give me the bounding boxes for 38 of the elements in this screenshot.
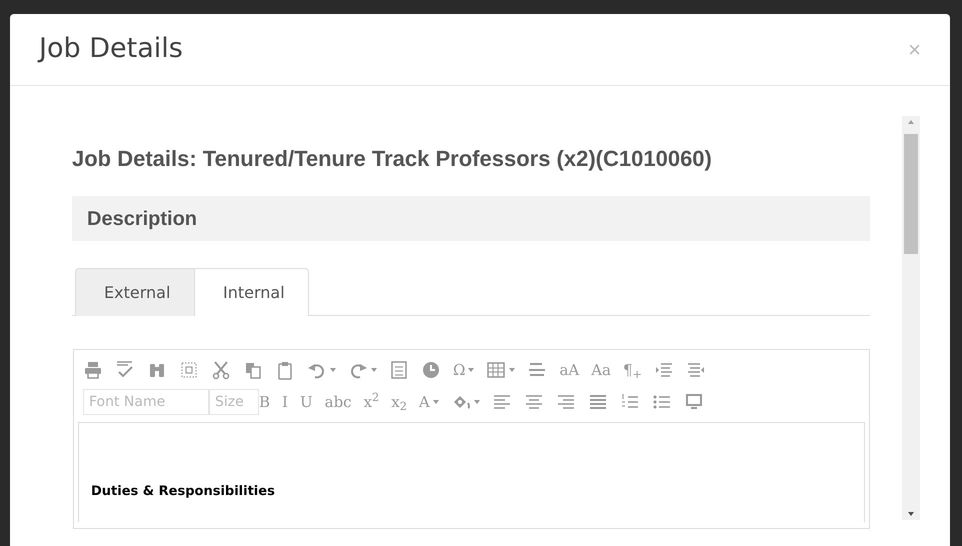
format-glyph[interactable]: Ω — [453, 358, 466, 382]
caret-icon[interactable] — [432, 400, 439, 404]
monitor-icon[interactable] — [684, 392, 704, 412]
printer-icon[interactable] — [83, 360, 103, 380]
format-glyph[interactable]: I — [282, 390, 288, 414]
caret-icon[interactable] — [468, 368, 474, 372]
justify-icon[interactable] — [588, 392, 608, 412]
copy-icon[interactable] — [243, 360, 263, 380]
scissors-icon[interactable] — [211, 360, 231, 380]
close-button[interactable]: × — [908, 38, 921, 60]
format-glyph[interactable]: x$^{2}$ — [364, 390, 380, 414]
section-title: Description — [87, 206, 198, 232]
caret-icon[interactable] — [474, 400, 480, 404]
scrollbar[interactable] — [902, 116, 920, 520]
caret-icon[interactable] — [509, 368, 516, 372]
format-glyph[interactable]: A — [418, 390, 430, 414]
tab[interactable]: Internal — [194, 268, 309, 316]
tab[interactable]: External — [75, 268, 195, 316]
caret-icon[interactable] — [330, 368, 336, 372]
format-glyph[interactable]: ¶$_{+}$ — [623, 358, 642, 382]
dialog-title: Job Details — [39, 32, 183, 66]
format-glyph[interactable]: aA — [559, 358, 580, 382]
input-field[interactable]: Font Name — [83, 389, 209, 415]
editor-area[interactable]: Duties & Responsibilities — [78, 422, 865, 522]
job-heading: Job Details: Tenured/Tenure Track Professors (x2)(C1010060) — [72, 145, 713, 173]
template-icon[interactable] — [389, 360, 409, 380]
format-glyph[interactable]: Aa — [591, 358, 611, 382]
select-all-icon[interactable] — [179, 360, 199, 380]
format-glyph[interactable]: U — [300, 390, 313, 414]
caret-icon[interactable] — [371, 368, 377, 372]
format-glyph[interactable]: B — [259, 390, 270, 414]
clock-icon[interactable] — [421, 360, 441, 380]
format-glyph[interactable]: x$_{2}$ — [391, 390, 407, 414]
editor-text: Duties & Responsibilities — [91, 484, 275, 499]
input-field[interactable]: Size — [209, 389, 259, 415]
format-glyph[interactable]: abc — [324, 390, 352, 414]
table-icon[interactable] — [486, 360, 506, 380]
spellcheck-icon[interactable] — [115, 360, 135, 380]
